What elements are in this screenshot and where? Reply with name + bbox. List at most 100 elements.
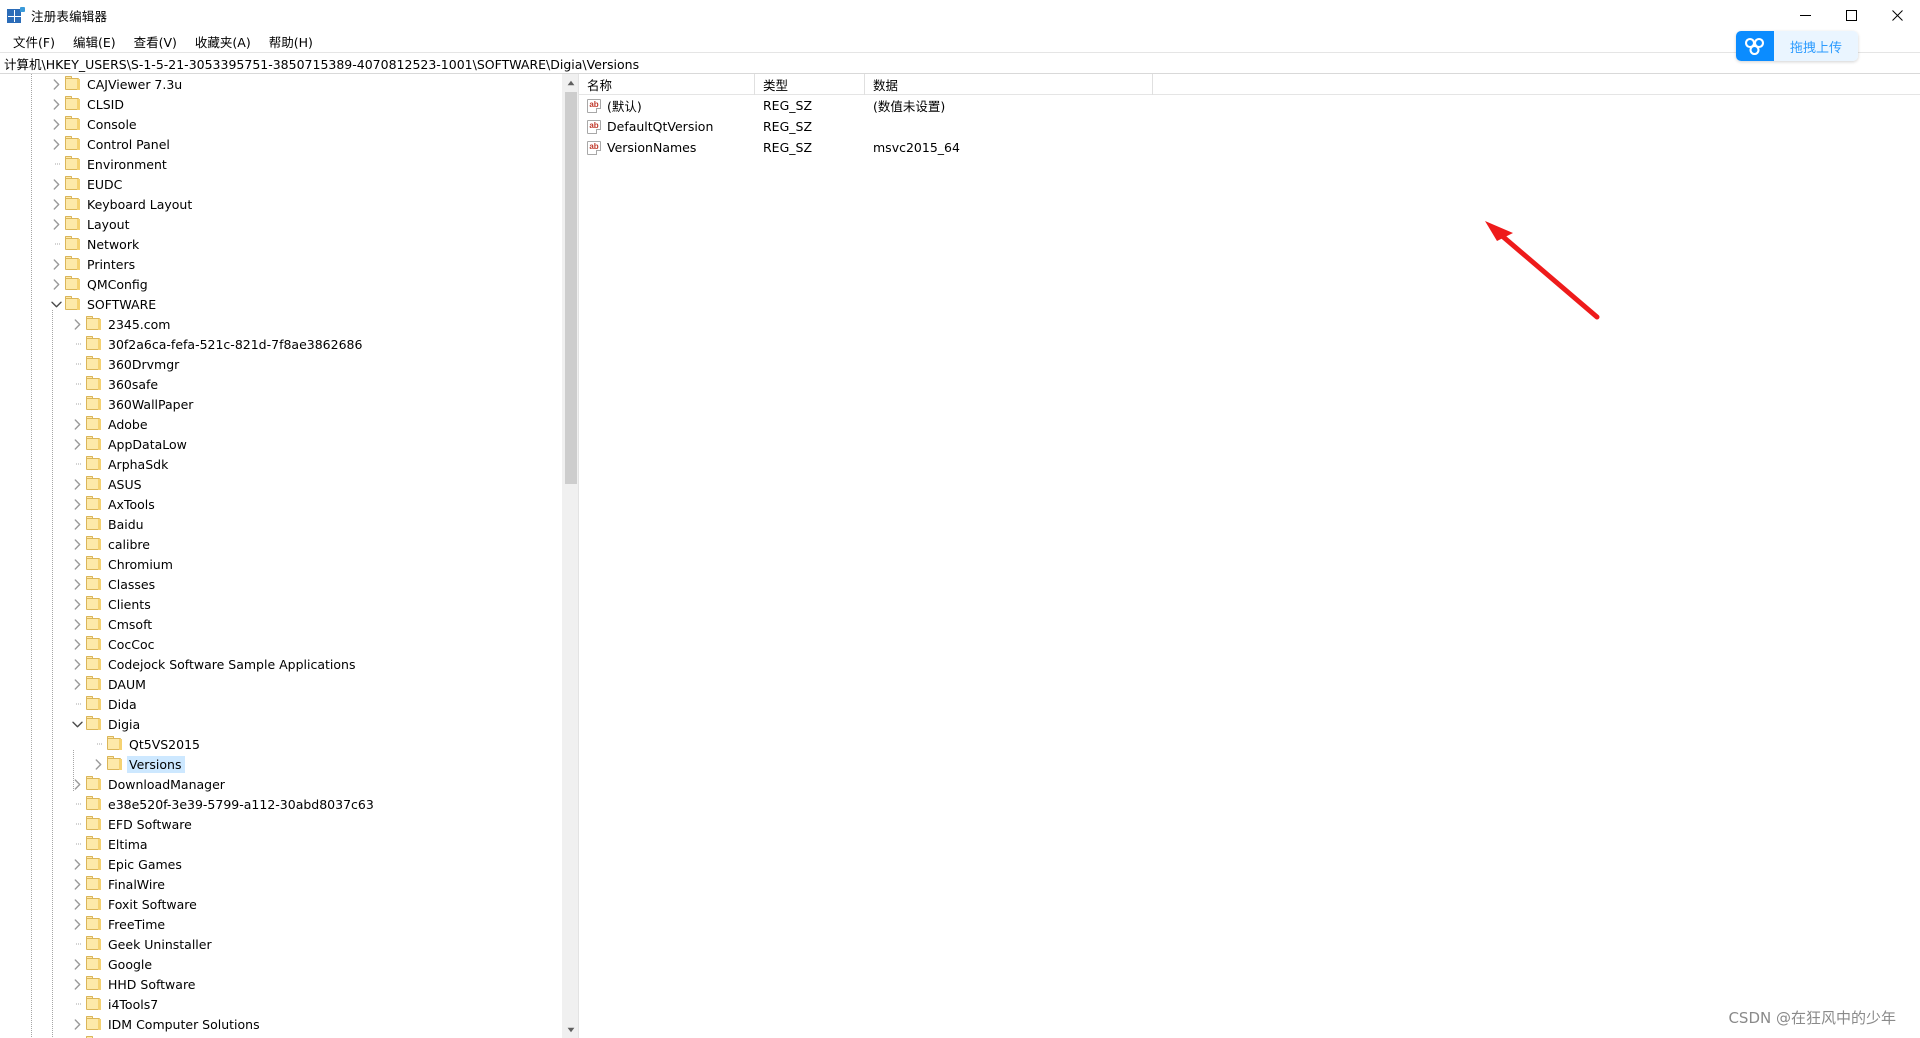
tree-node[interactable]: Baidu xyxy=(0,514,562,534)
tree-node[interactable]: Codejock Software Sample Applications xyxy=(0,654,562,674)
tree-node[interactable]: IDM Computer Solutions xyxy=(0,1014,562,1034)
tree-node[interactable]: IM Providers xyxy=(0,1034,562,1038)
tree-node[interactable]: DownloadManager xyxy=(0,774,562,794)
tree-node[interactable]: Eltima xyxy=(0,834,562,854)
chevron-down-icon[interactable] xyxy=(69,714,85,734)
chevron-right-icon[interactable] xyxy=(48,194,64,214)
chevron-right-icon[interactable] xyxy=(69,674,85,694)
chevron-right-icon[interactable] xyxy=(69,1014,85,1034)
tree-node[interactable]: Environment xyxy=(0,154,562,174)
tree-node[interactable]: CocCoc xyxy=(0,634,562,654)
tree-node[interactable]: Dida xyxy=(0,694,562,714)
chevron-right-icon[interactable] xyxy=(69,894,85,914)
tree-node[interactable]: 360safe xyxy=(0,374,562,394)
scroll-down-icon[interactable] xyxy=(563,1021,578,1038)
column-header-type[interactable]: 类型 xyxy=(755,74,865,95)
maximize-icon[interactable] xyxy=(1828,0,1874,30)
tree-node[interactable]: Chromium xyxy=(0,554,562,574)
tree-node-selected[interactable]: Versions xyxy=(0,754,562,774)
tree-node[interactable]: QMConfig xyxy=(0,274,562,294)
chevron-right-icon[interactable] xyxy=(69,474,85,494)
tree-node[interactable]: Qt5VS2015 xyxy=(0,734,562,754)
tree-node[interactable]: i4Tools7 xyxy=(0,994,562,1014)
tree-node[interactable]: Adobe xyxy=(0,414,562,434)
chevron-right-icon[interactable] xyxy=(69,534,85,554)
tree-node[interactable]: 2345.com xyxy=(0,314,562,334)
tree-node[interactable]: Geek Uninstaller xyxy=(0,934,562,954)
menu-file[interactable]: 文件(F) xyxy=(4,30,64,53)
chevron-right-icon[interactable] xyxy=(69,574,85,594)
chevron-right-icon[interactable] xyxy=(48,174,64,194)
tree-node[interactable]: Clients xyxy=(0,594,562,614)
chevron-right-icon[interactable] xyxy=(69,954,85,974)
chevron-right-icon[interactable] xyxy=(69,774,85,794)
registry-tree[interactable]: CAJViewer 7.3u CLSID Console Control Panel E… xyxy=(0,74,562,1038)
menu-view[interactable]: 查看(V) xyxy=(125,30,186,53)
chevron-right-icon[interactable] xyxy=(48,114,64,134)
tree-node[interactable]: CLSID xyxy=(0,94,562,114)
chevron-right-icon[interactable] xyxy=(48,254,64,274)
tree-node[interactable]: Network xyxy=(0,234,562,254)
tree-node[interactable]: AppDataLow xyxy=(0,434,562,454)
column-header-data[interactable]: 数据 xyxy=(865,74,1153,95)
tree-node[interactable]: Foxit Software xyxy=(0,894,562,914)
tree-node[interactable]: EUDC xyxy=(0,174,562,194)
tree-node[interactable]: Cmsoft xyxy=(0,614,562,634)
tree-node[interactable]: FreeTime xyxy=(0,914,562,934)
chevron-right-icon[interactable] xyxy=(69,634,85,654)
tree-node[interactable]: ArphaSdk xyxy=(0,454,562,474)
chevron-right-icon[interactable] xyxy=(48,274,64,294)
value-row[interactable]: ab DefaultQtVersion REG_SZ xyxy=(579,116,1920,137)
chevron-right-icon[interactable] xyxy=(69,414,85,434)
chevron-right-icon[interactable] xyxy=(69,594,85,614)
chevron-right-icon[interactable] xyxy=(69,494,85,514)
tree-node[interactable]: Epic Games xyxy=(0,854,562,874)
tree-node[interactable]: DAUM xyxy=(0,674,562,694)
chevron-right-icon[interactable] xyxy=(69,1034,85,1038)
tree-node[interactable]: EFD Software xyxy=(0,814,562,834)
tree-node[interactable]: Classes xyxy=(0,574,562,594)
chevron-right-icon[interactable] xyxy=(69,654,85,674)
tree-node[interactable]: calibre xyxy=(0,534,562,554)
close-icon[interactable] xyxy=(1874,0,1920,30)
chevron-right-icon[interactable] xyxy=(48,74,64,94)
chevron-right-icon[interactable] xyxy=(69,974,85,994)
tree-node[interactable]: HHD Software xyxy=(0,974,562,994)
chevron-right-icon[interactable] xyxy=(69,874,85,894)
address-bar[interactable]: 计算机\HKEY_USERS\S-1-5-21-3053395751-38507… xyxy=(0,52,1920,74)
chevron-right-icon[interactable] xyxy=(69,314,85,334)
tree-node[interactable]: AxTools xyxy=(0,494,562,514)
tree-node[interactable]: SOFTWARE xyxy=(0,294,562,314)
menu-favorites[interactable]: 收藏夹(A) xyxy=(186,30,260,53)
tree-node[interactable]: Layout xyxy=(0,214,562,234)
tree-node[interactable]: Console xyxy=(0,114,562,134)
tree-node[interactable]: Google xyxy=(0,954,562,974)
tree-scrollbar-thumb[interactable] xyxy=(565,92,577,484)
tree-node[interactable]: 360Drvmgr xyxy=(0,354,562,374)
minimize-icon[interactable] xyxy=(1782,0,1828,30)
chevron-right-icon[interactable] xyxy=(90,754,106,774)
tree-node[interactable]: Printers xyxy=(0,254,562,274)
chevron-right-icon[interactable] xyxy=(48,134,64,154)
tree-node[interactable]: 30f2a6ca-fefa-521c-821d-7f8ae3862686 xyxy=(0,334,562,354)
menu-edit[interactable]: 编辑(E) xyxy=(64,30,125,53)
tree-node[interactable]: 360WallPaper xyxy=(0,394,562,414)
menu-help[interactable]: 帮助(H) xyxy=(260,30,322,53)
chevron-right-icon[interactable] xyxy=(48,94,64,114)
chevron-right-icon[interactable] xyxy=(48,214,64,234)
chevron-right-icon[interactable] xyxy=(69,554,85,574)
chevron-down-icon[interactable] xyxy=(48,294,64,314)
tree-node[interactable]: e38e520f-3e39-5799-a112-30abd8037c63 xyxy=(0,794,562,814)
chevron-right-icon[interactable] xyxy=(69,614,85,634)
tree-node[interactable]: CAJViewer 7.3u xyxy=(0,74,562,94)
value-row[interactable]: ab (默认) REG_SZ (数值未设置) xyxy=(579,95,1920,116)
chevron-right-icon[interactable] xyxy=(69,434,85,454)
chevron-right-icon[interactable] xyxy=(69,914,85,934)
chevron-right-icon[interactable] xyxy=(69,514,85,534)
values-list[interactable]: ab (默认) REG_SZ (数值未设置) ab DefaultQtVersion REG… xyxy=(579,95,1920,158)
tree-node[interactable]: FinalWire xyxy=(0,874,562,894)
scroll-up-icon[interactable] xyxy=(563,74,578,91)
tree-node[interactable]: Control Panel xyxy=(0,134,562,154)
value-row[interactable]: ab VersionNames REG_SZ msvc2015_64 xyxy=(579,137,1920,158)
tree-node[interactable]: ASUS xyxy=(0,474,562,494)
